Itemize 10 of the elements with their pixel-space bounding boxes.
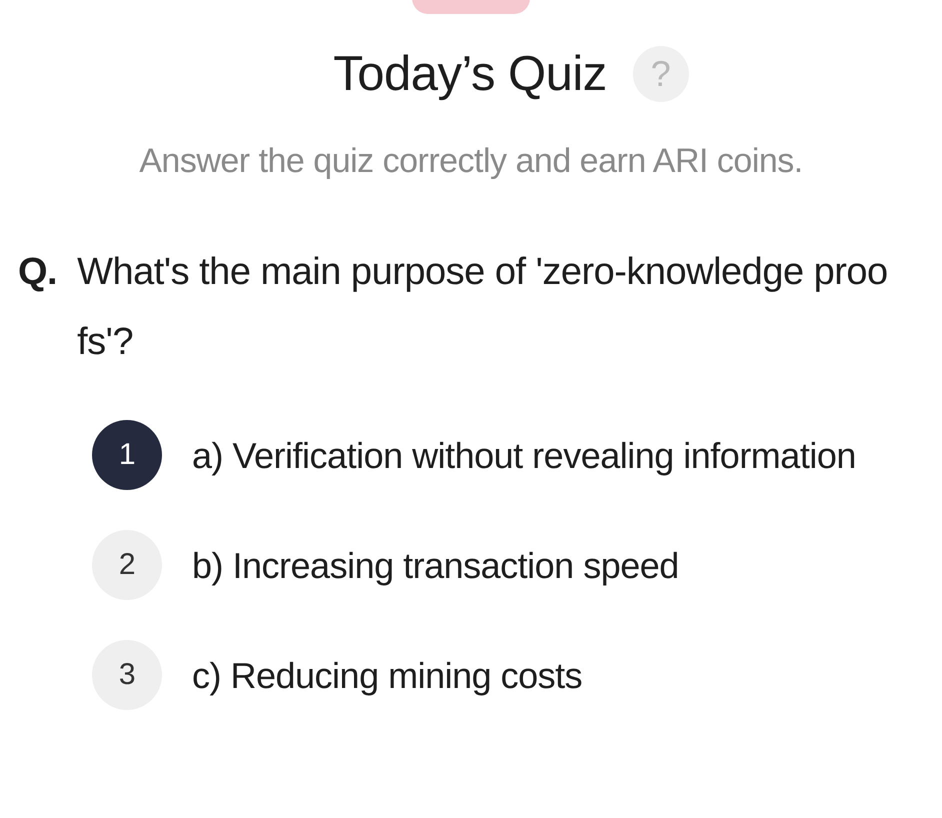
question-text: What's the main purpose of 'zero-knowledge proofs'? xyxy=(77,250,889,365)
option-text[interactable]: b) Increasing transaction speed xyxy=(192,535,882,597)
option-number[interactable]: 2 xyxy=(92,530,162,600)
option-text[interactable]: c) Reducing mining costs xyxy=(192,645,882,707)
option-number[interactable]: 3 xyxy=(92,640,162,710)
quiz-subtitle: Answer the quiz correctly and earn ARI coins. xyxy=(139,142,803,181)
option-text[interactable]: a) Verification without revealing information xyxy=(192,425,882,487)
quiz-title: Today’s Quiz xyxy=(333,46,607,102)
question-label: Q. xyxy=(18,250,58,295)
option-number[interactable]: 1 xyxy=(92,420,162,490)
